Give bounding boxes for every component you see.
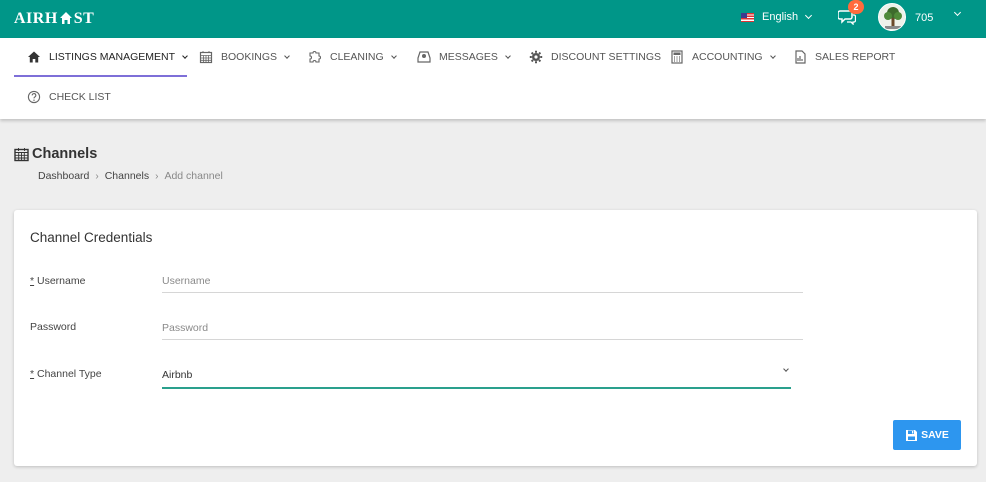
nav-label: Listings Management xyxy=(49,51,176,63)
channel-credentials-card: Channel Credentials * Username Password … xyxy=(14,210,977,466)
user-menu-chevron-icon[interactable] xyxy=(953,8,962,17)
language-label: English xyxy=(762,11,799,23)
breadcrumb-current: Add channel xyxy=(164,170,223,182)
chevron-down-icon xyxy=(505,52,511,59)
inbox-icon xyxy=(417,51,431,63)
main-nav: Listings Management Bookings Cleaning Me… xyxy=(0,38,986,119)
logo[interactable]: AIRH ST xyxy=(14,10,94,28)
avatar[interactable] xyxy=(878,3,906,31)
us-flag-icon xyxy=(741,12,754,22)
channel-type-select[interactable]: Airbnb xyxy=(162,362,791,389)
nav-accounting[interactable]: Accounting xyxy=(670,47,776,67)
nav-label: Sales Report xyxy=(815,51,896,63)
nav-label: Accounting xyxy=(692,51,763,63)
calendar-icon xyxy=(14,147,29,161)
chevron-down-icon xyxy=(805,11,813,20)
puzzle-icon xyxy=(309,51,321,63)
logo-text-left: AIRH xyxy=(14,10,58,27)
page-title: Channels xyxy=(14,146,97,162)
password-label: Password xyxy=(30,321,77,333)
nav-label: Cleaning xyxy=(330,51,384,63)
save-label: SAVE xyxy=(921,429,949,441)
nav-discount-settings[interactable]: Discount Settings xyxy=(529,47,661,67)
nav-label: Discount Settings xyxy=(551,51,662,63)
nav-cleaning[interactable]: Cleaning xyxy=(308,47,397,67)
username-label: * Username xyxy=(30,275,85,287)
nav-messages[interactable]: Messages xyxy=(417,47,511,67)
chevron-down-icon xyxy=(284,52,290,59)
nav-label: Check List xyxy=(49,91,111,103)
nav-label: Bookings xyxy=(221,51,278,63)
gear-icon xyxy=(529,50,543,64)
top-header: AIRH ST English 2 705 xyxy=(0,0,986,38)
save-button[interactable]: SAVE xyxy=(893,420,961,450)
breadcrumb-separator: › xyxy=(155,170,159,182)
user-name[interactable]: 705 xyxy=(915,12,933,24)
channel-type-label-text: Channel Type xyxy=(34,368,102,380)
password-input[interactable] xyxy=(162,316,803,340)
breadcrumb-separator: › xyxy=(95,170,99,182)
username-label-text: Username xyxy=(34,275,86,287)
messages-badge: 2 xyxy=(848,0,864,14)
username-input[interactable] xyxy=(162,269,803,293)
breadcrumb-channels[interactable]: Channels xyxy=(105,170,149,182)
nav-sales-report[interactable]: Sales Report xyxy=(793,47,895,67)
avatar-image xyxy=(879,4,905,30)
nav-bookings[interactable]: Bookings xyxy=(199,47,290,67)
floppy-disk-icon xyxy=(906,429,918,441)
chevron-down-icon xyxy=(769,52,776,59)
card-title: Channel Credentials xyxy=(30,230,153,245)
page-title-text: Channels xyxy=(32,146,98,162)
nav-check-list[interactable]: Check List xyxy=(27,87,111,107)
calendar-icon xyxy=(199,51,213,64)
logo-text-right: ST xyxy=(73,10,95,27)
channel-type-label: * Channel Type xyxy=(30,368,102,380)
calculator-icon xyxy=(671,50,683,64)
language-selector[interactable]: English xyxy=(741,11,813,23)
report-icon xyxy=(795,50,806,64)
breadcrumb: Dashboard › Channels › Add channel xyxy=(38,170,223,182)
house-logo-icon xyxy=(59,12,72,24)
chevron-down-icon xyxy=(390,52,397,59)
active-nav-indicator xyxy=(14,75,187,77)
question-circle-icon xyxy=(27,90,41,104)
breadcrumb-dashboard[interactable]: Dashboard xyxy=(38,170,89,182)
channel-type-value: Airbnb xyxy=(162,369,193,381)
nav-listings-management[interactable]: Listings Management xyxy=(27,47,188,67)
nav-label: Messages xyxy=(439,51,498,63)
chevron-down-icon xyxy=(783,366,789,372)
chevron-down-icon xyxy=(182,52,188,59)
home-icon xyxy=(28,51,40,63)
